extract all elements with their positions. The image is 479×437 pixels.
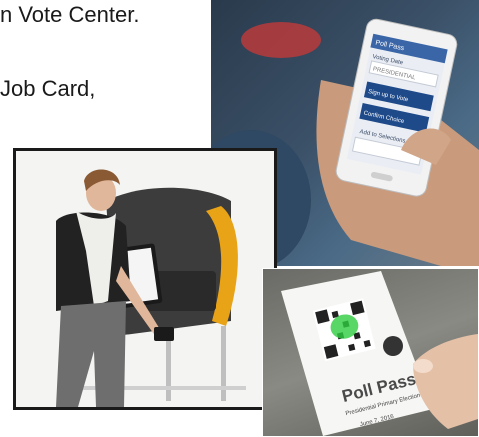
seal-icon	[383, 336, 403, 356]
text-fragment-1: n Vote Center.	[0, 2, 140, 27]
poll-pass-photo: Poll Pass Presidential Primary Election …	[262, 268, 479, 437]
voting-booth-photo	[13, 148, 277, 410]
text-fragment-2: Job Card,	[0, 76, 96, 101]
poll-pass-drawing: Poll Pass Presidential Primary Election …	[281, 271, 478, 436]
voting-booth-drawing	[56, 169, 246, 407]
